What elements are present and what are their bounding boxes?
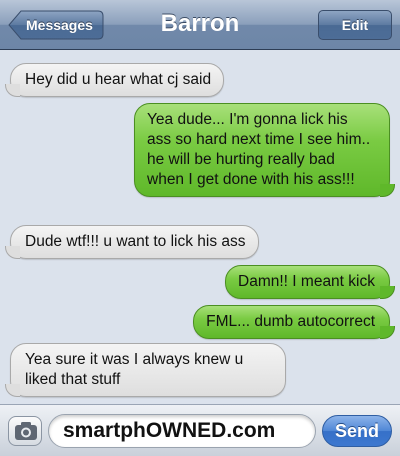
message-list: Hey did u hear what cj said Yea dude... … (0, 51, 400, 399)
message-bubble: Hey did u hear what cj said (4, 63, 225, 97)
message-input[interactable]: smartphOWNED.com (48, 414, 316, 448)
compose-bar: smartphOWNED.com Send (0, 404, 400, 456)
edit-button[interactable]: Edit (318, 10, 392, 40)
camera-button[interactable] (8, 416, 42, 446)
message-bubble: Damn!! I meant kick (225, 265, 395, 299)
navigation-bar: Messages Barron Edit (0, 0, 400, 50)
camera-icon (15, 422, 37, 440)
message-bubble: FML... dumb autocorrect (193, 305, 395, 339)
message-bubble: Yea dude... I'm gonna lick his ass so ha… (134, 103, 395, 197)
message-bubble: Dude wtf!!! u want to lick his ass (5, 225, 259, 259)
send-button[interactable]: Send (322, 415, 392, 447)
message-bubble: Yea sure it was I always knew u liked th… (5, 343, 286, 397)
